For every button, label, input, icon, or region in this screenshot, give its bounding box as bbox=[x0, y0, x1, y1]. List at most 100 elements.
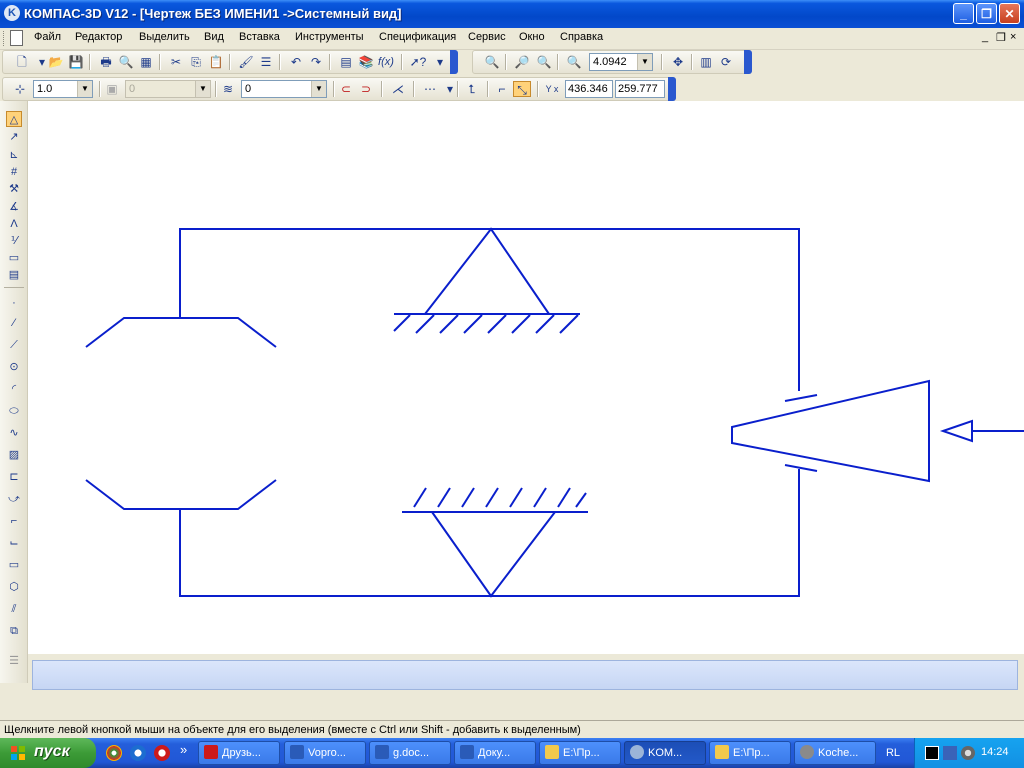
snap-magnet-icon[interactable]: ⊂ bbox=[337, 81, 355, 97]
circle-icon[interactable]: ⊙ bbox=[6, 359, 22, 375]
task-koche[interactable]: Koche... bbox=[794, 741, 876, 765]
measure-icon[interactable]: ∡ bbox=[6, 199, 22, 215]
save-icon[interactable]: 💾 bbox=[67, 54, 85, 70]
arc-icon[interactable]: ◜ bbox=[6, 381, 22, 397]
task-folder-2[interactable]: E:\Пр... bbox=[709, 741, 791, 765]
kompas-app-icon[interactable]: K bbox=[4, 5, 20, 21]
document-icon[interactable] bbox=[10, 30, 23, 46]
chevron-down-icon[interactable]: ▼ bbox=[311, 81, 326, 97]
equidistant-icon[interactable]: ⫽ bbox=[6, 601, 22, 617]
parametrization-icon[interactable]: ⚒ bbox=[6, 181, 22, 197]
manager-icon[interactable]: ▤ bbox=[337, 54, 355, 70]
mdi-restore-button[interactable]: ❐ bbox=[996, 31, 1006, 44]
toolbar-end-handle[interactable] bbox=[668, 77, 676, 101]
variables-fx-icon[interactable]: f(x) bbox=[377, 54, 395, 70]
grid-icon[interactable]: ⋯ bbox=[421, 81, 439, 97]
polyline-icon[interactable]: ⤻ bbox=[6, 491, 22, 507]
toolbar-end-handle[interactable] bbox=[744, 50, 752, 74]
open-folder-icon[interactable]: 📂 bbox=[47, 54, 65, 70]
toolbar-end-handle[interactable] bbox=[450, 50, 458, 74]
restore-button[interactable]: ❐ bbox=[976, 3, 997, 24]
minimize-button[interactable]: _ bbox=[953, 3, 974, 24]
auxiliary-line-icon[interactable]: ⁄ bbox=[6, 315, 22, 331]
local-cs-icon[interactable]: ⮤ bbox=[463, 81, 481, 97]
menu-service[interactable]: Сервис bbox=[468, 31, 506, 43]
point-icon[interactable]: · bbox=[6, 295, 22, 311]
opera-icon[interactable] bbox=[154, 745, 170, 761]
chevron-down-icon[interactable]: ▼ bbox=[77, 81, 92, 97]
menu-insert[interactable]: Вставка bbox=[239, 31, 280, 43]
local-snap-icon[interactable]: ⊃ bbox=[357, 81, 375, 97]
task-folder-1[interactable]: E:\Пр... bbox=[539, 741, 621, 765]
left-body-upper[interactable] bbox=[85, 317, 277, 348]
preview-icon[interactable]: 🔍 bbox=[117, 54, 135, 70]
menu-file[interactable]: Файл bbox=[34, 31, 61, 43]
mdi-close-button[interactable]: × bbox=[1010, 31, 1016, 43]
pan-move-icon[interactable]: ✥ bbox=[669, 54, 687, 70]
editing-icon[interactable]: # bbox=[6, 164, 22, 180]
layer-combo[interactable]: 0 ▼ bbox=[241, 80, 327, 98]
library-icon[interactable]: 📚 bbox=[357, 54, 375, 70]
dimensions-icon[interactable]: ↗ bbox=[6, 129, 22, 145]
task-opera-friends[interactable]: Друзь... bbox=[198, 741, 280, 765]
segment-icon[interactable]: ⟋ bbox=[6, 337, 22, 353]
associative-views-icon[interactable]: ⅟ bbox=[6, 233, 22, 249]
close-button[interactable]: ✕ bbox=[999, 3, 1020, 24]
paste-icon[interactable]: 📋 bbox=[207, 54, 225, 70]
view-combo[interactable]: 0 ▼ bbox=[125, 80, 211, 98]
polygon-icon[interactable]: ⬡ bbox=[6, 579, 22, 595]
task-kompas[interactable]: KOM... bbox=[624, 741, 706, 765]
coord-x-field[interactable]: 436.346 bbox=[565, 80, 613, 98]
hatch-icon[interactable]: ▨ bbox=[6, 447, 22, 463]
tray-app-icon[interactable] bbox=[925, 746, 939, 760]
cursor-step-combo[interactable]: 1.0 ▼ bbox=[33, 80, 93, 98]
view-state-icon[interactable]: ▣ bbox=[103, 81, 121, 97]
redo-icon[interactable]: ↷ bbox=[307, 54, 325, 70]
frame-top-line[interactable] bbox=[179, 228, 800, 391]
reports-icon[interactable]: ▤ bbox=[6, 267, 22, 283]
chrome-icon[interactable] bbox=[106, 745, 122, 761]
coord-y-field[interactable]: 259.777 bbox=[615, 80, 665, 98]
new-document-icon[interactable]: 🗋 bbox=[13, 54, 31, 70]
drawing-svg[interactable] bbox=[28, 101, 1024, 654]
fillet-icon[interactable]: ⌐ bbox=[6, 513, 22, 529]
force-arrow-head[interactable] bbox=[939, 419, 973, 443]
volume-icon[interactable] bbox=[961, 746, 975, 760]
language-indicator[interactable]: RL bbox=[880, 742, 906, 764]
selection-icon[interactable]: Λ bbox=[6, 216, 22, 232]
property-panel-field[interactable] bbox=[32, 660, 1018, 690]
nozzle-trapezoid[interactable] bbox=[731, 379, 930, 483]
help-dropdown-icon[interactable]: ▾ bbox=[431, 54, 449, 70]
round-coordinates-icon[interactable]: ⤡ bbox=[513, 81, 531, 97]
designations-icon[interactable]: ⊾ bbox=[6, 147, 22, 163]
mdi-minimize-button[interactable]: _ bbox=[982, 31, 988, 43]
task-word-gdoc[interactable]: g.doc... bbox=[369, 741, 451, 765]
zoom-window-icon[interactable]: 🔍 bbox=[483, 54, 501, 70]
ortho-icon[interactable]: ⋌ bbox=[389, 81, 407, 97]
menu-help[interactable]: Справка bbox=[560, 31, 603, 43]
upper-support-triangle[interactable] bbox=[424, 227, 550, 315]
refresh-icon[interactable]: ▥ bbox=[697, 54, 715, 70]
rectangle-icon[interactable]: ▭ bbox=[6, 557, 22, 573]
menu-view[interactable]: Вид bbox=[204, 31, 224, 43]
chevron-down-icon[interactable]: ▼ bbox=[195, 81, 210, 97]
frame-bottom-line[interactable] bbox=[179, 469, 800, 597]
menu-grip[interactable] bbox=[3, 31, 7, 46]
chevron-down-icon[interactable]: ▼ bbox=[637, 54, 652, 70]
network-icon[interactable] bbox=[943, 746, 957, 760]
undo-icon[interactable]: ↶ bbox=[287, 54, 305, 70]
print-preview-icon[interactable]: ▦ bbox=[137, 54, 155, 70]
zoom-combo[interactable]: 4.0942 ▼ bbox=[589, 53, 653, 71]
layers-icon[interactable]: ≋ bbox=[219, 81, 237, 97]
cut-icon[interactable]: ✂ bbox=[167, 54, 185, 70]
properties-icon[interactable]: ☰ bbox=[257, 54, 275, 70]
menu-tools[interactable]: Инструменты bbox=[295, 31, 364, 43]
collect-contour-icon[interactable]: ⧉ bbox=[6, 623, 22, 639]
orthogonal-mode-icon[interactable]: ⌐ bbox=[493, 81, 511, 97]
ellipse-icon[interactable]: ⬭ bbox=[6, 403, 22, 419]
print-icon[interactable]: 🖶 bbox=[97, 54, 115, 70]
menu-edit[interactable]: Редактор bbox=[75, 31, 122, 43]
zoom-out-icon[interactable]: 🔍 bbox=[535, 54, 553, 70]
task-word-vopros[interactable]: Vopro... bbox=[284, 741, 366, 765]
task-word-document[interactable]: Доку... bbox=[454, 741, 536, 765]
